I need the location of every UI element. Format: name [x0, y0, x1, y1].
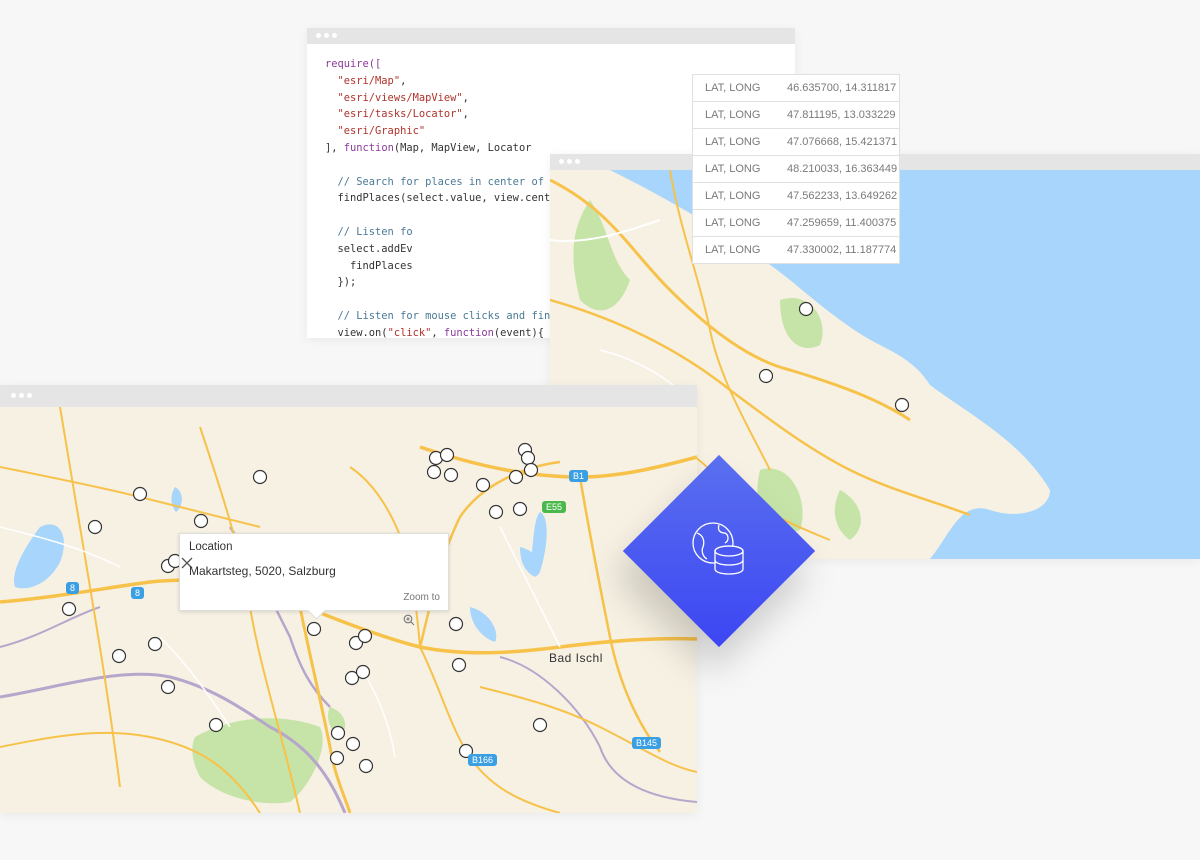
road-shield-e55: E55 — [542, 501, 567, 513]
window-controls[interactable] — [316, 33, 337, 39]
coord-label: LAT, LONG — [705, 217, 761, 229]
place-label-bad-ischl: Bad Ischl — [549, 651, 603, 665]
coord-label: LAT, LONG — [705, 109, 761, 121]
code-line: require([ — [325, 58, 382, 70]
coord-label: LAT, LONG — [705, 190, 761, 202]
code-line: // Search for places in center of m — [325, 175, 557, 188]
table-row[interactable]: LAT, LONG 47.562233, 13.649262 — [693, 182, 899, 209]
table-row[interactable]: LAT, LONG 47.330002, 11.187774 — [693, 236, 899, 263]
window-controls[interactable] — [559, 159, 580, 165]
table-row[interactable]: LAT, LONG 48.210033, 16.363449 — [693, 155, 899, 182]
road-shield-b145: B145 — [632, 737, 662, 749]
coord-label: LAT, LONG — [705, 82, 761, 94]
road-shield-8: 8 — [131, 587, 145, 599]
coord-label: LAT, LONG — [705, 244, 761, 256]
coordinates-table: LAT, LONG 46.635700, 14.311817 LAT, LONG 4… — [692, 74, 900, 264]
popup-title: Location — [189, 541, 233, 553]
code-line: findPlaces(select.value, view.cente — [325, 192, 557, 205]
coord-value: 48.210033, 16.363449 — [787, 163, 898, 175]
window-controls[interactable] — [11, 393, 32, 399]
road-shield-8: 8 — [66, 582, 80, 594]
code-line: view.on("click", function(event){ — [325, 326, 544, 338]
coord-label: LAT, LONG — [705, 163, 761, 175]
globe-database-badge — [622, 454, 816, 648]
popup-address: Makartsteg, 5020, Salzburg — [189, 564, 336, 578]
coord-value: 47.562233, 13.649262 — [787, 190, 898, 202]
code-block: require([ "esri/Map", "esri/views/MapVie… — [325, 56, 556, 338]
code-line: // Listen fo — [325, 225, 413, 238]
code-line: "esri/Graphic" — [325, 125, 426, 138]
table-row[interactable]: LAT, LONG 47.811195, 13.033229 — [693, 101, 899, 128]
code-line: select.addEv — [325, 242, 413, 255]
location-popup: Location Makartsteg, 5020, Salzburg Zoom… — [179, 533, 449, 626]
coord-label: LAT, LONG — [705, 136, 761, 148]
main-window-titlebar — [0, 385, 697, 407]
table-row[interactable]: LAT, LONG 47.259659, 11.400375 — [693, 209, 899, 236]
zoom-to-button[interactable]: Zoom to — [403, 592, 440, 626]
coord-value: 46.635700, 14.311817 — [787, 82, 897, 94]
globe-database-icon — [692, 522, 744, 575]
code-line: findPlaces — [325, 259, 413, 272]
table-row[interactable]: LAT, LONG 47.076668, 15.421371 — [693, 128, 899, 155]
code-line: "esri/views/MapView", — [325, 91, 469, 104]
zoom-to-label: Zoom to — [403, 592, 440, 603]
code-line: "esri/Map", — [325, 74, 407, 87]
zoom-in-icon — [403, 614, 415, 626]
main-map-window: B1 E55 8 8 B145 B166 Bad Ischl Location … — [0, 385, 697, 813]
code-line: "esri/tasks/Locator", — [325, 108, 469, 121]
code-window-titlebar — [307, 28, 795, 44]
code-line: ], function(Map, MapView, Locator — [325, 141, 532, 154]
coord-value: 47.259659, 11.400375 — [787, 217, 897, 229]
coord-value: 47.330002, 11.187774 — [787, 244, 897, 256]
code-line: // Listen for mouse clicks and find — [325, 309, 557, 322]
coord-value: 47.076668, 15.421371 — [787, 136, 898, 148]
code-line: }); — [325, 276, 357, 289]
table-row[interactable]: LAT, LONG 46.635700, 14.311817 — [693, 75, 899, 101]
road-shield-b1: B1 — [569, 470, 589, 482]
coord-value: 47.811195, 13.033229 — [787, 109, 896, 121]
road-shield-b166: B166 — [468, 754, 498, 766]
